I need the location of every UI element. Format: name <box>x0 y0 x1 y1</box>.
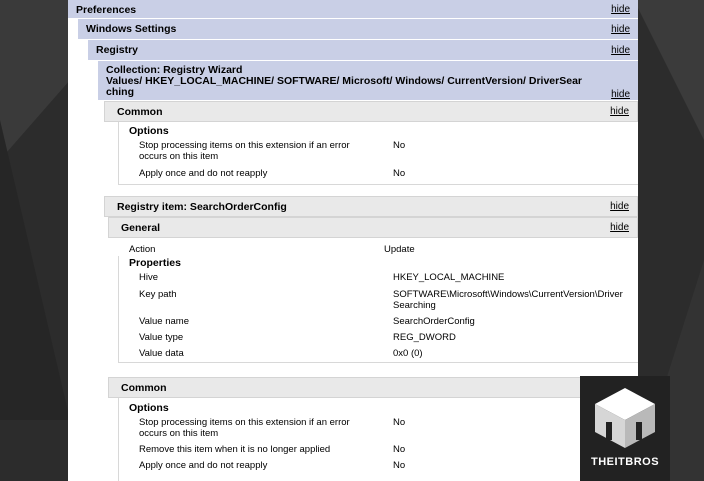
section-common: Common <box>108 377 638 398</box>
collection-path-line: ching <box>106 86 134 98</box>
section-collection: Collection: Registry Wizard Values/ HKEY… <box>98 61 638 101</box>
hide-link[interactable]: hide <box>610 222 629 233</box>
watermark-text: THEITBROS <box>590 456 660 468</box>
option-label-line: occurs on this item <box>139 428 219 439</box>
property-value-line: SOFTWARE\Microsoft\Windows\CurrentVersio… <box>393 289 623 300</box>
section-general: General hide <box>108 217 638 238</box>
property-label: Value name <box>139 316 189 327</box>
action-label: Action <box>129 244 156 255</box>
option-label-line: Stop processing items on this extension … <box>139 140 350 151</box>
building-icon <box>595 388 655 448</box>
section-title: Common <box>121 382 167 394</box>
background-shape <box>0 120 70 420</box>
section-title: General <box>121 222 161 234</box>
option-label: Stop processing items on this extension … <box>139 140 350 162</box>
option-label-line: occurs on this item <box>139 151 219 162</box>
collection-path-line: Values/ HKEY_LOCAL_MACHINE/ SOFTWARE/ Mi… <box>106 75 582 87</box>
section-title: Registry <box>96 44 139 56</box>
background-shape <box>634 0 704 140</box>
section-title: Windows Settings <box>86 23 177 35</box>
property-value-line: Searching <box>393 300 436 311</box>
hide-link[interactable]: hide <box>610 106 629 117</box>
property-value: SOFTWARE\Microsoft\Windows\CurrentVersio… <box>393 289 623 311</box>
hide-link[interactable]: hide <box>610 201 629 212</box>
gpo-report-document: Preferences hide Windows Settings hide R… <box>68 0 638 481</box>
hide-link[interactable]: hide <box>611 4 630 15</box>
option-label-line: Stop processing items on this extension … <box>139 417 350 428</box>
section-registry: Registry hide <box>88 40 638 61</box>
option-value: No <box>393 168 406 179</box>
property-value: HKEY_LOCAL_MACHINE <box>393 272 505 283</box>
property-label: Value data <box>139 348 184 359</box>
option-label: Stop processing items on this extension … <box>139 417 350 439</box>
properties-title: Properties <box>129 257 181 269</box>
option-label: Remove this item when it is no longer ap… <box>139 444 331 455</box>
section-title: Preferences <box>76 4 137 16</box>
property-value: SearchOrderConfig <box>393 316 475 327</box>
options-title: Options <box>129 125 169 137</box>
section-registry-item: Registry item: SearchOrderConfig hide <box>104 196 638 217</box>
section-windows-settings: Windows Settings hide <box>78 19 638 40</box>
hide-link[interactable]: hide <box>611 89 630 100</box>
options-title: Options <box>129 402 169 414</box>
action-value: Update <box>384 244 415 255</box>
hide-link[interactable]: hide <box>611 24 630 35</box>
property-value: 0x0 (0) <box>393 348 423 359</box>
option-label: Apply once and do not reapply <box>139 168 268 179</box>
option-value: No <box>393 444 406 455</box>
section-preferences: Preferences hide <box>68 0 638 19</box>
section-common: Common hide <box>104 101 638 122</box>
property-value: REG_DWORD <box>393 332 456 343</box>
property-label: Hive <box>139 272 159 283</box>
property-label: Key path <box>139 289 177 300</box>
option-label: Apply once and do not reapply <box>139 460 268 471</box>
section-title: Registry item: SearchOrderConfig <box>117 201 287 213</box>
collection-title: Collection: Registry Wizard Values/ HKEY… <box>106 65 582 98</box>
property-label: Value type <box>139 332 184 343</box>
option-value: No <box>393 417 406 428</box>
option-value: No <box>393 460 406 471</box>
section-title: Common <box>117 106 163 118</box>
hide-link[interactable]: hide <box>611 45 630 56</box>
option-value: No <box>393 140 406 151</box>
watermark-logo: THEITBROS <box>580 376 670 481</box>
